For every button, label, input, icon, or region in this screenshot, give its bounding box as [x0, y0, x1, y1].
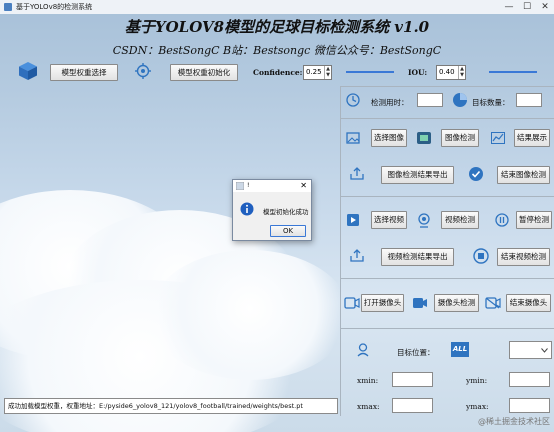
ymin-label: ymin: [466, 376, 488, 385]
ok-button[interactable]: OK [270, 225, 306, 237]
panel-divider [340, 328, 554, 329]
panel-divider [340, 86, 554, 87]
target-select-dropdown[interactable] [509, 341, 552, 359]
xmax-value [392, 398, 433, 413]
export-video-result-button[interactable]: 视频检测结果导出 [381, 248, 454, 266]
info-icon [240, 202, 254, 216]
detect-time-label: 检测用时： [371, 98, 409, 107]
app-subtitle: CSDN：BestSongC B站：Bestsongc 微信公众号：BestSo… [112, 44, 442, 57]
select-video-button[interactable]: 选择视频 [371, 211, 407, 229]
app-title: 基于YOLOV8模型的足球目标检测系统 v1.0 [124, 18, 430, 36]
xmin-value [392, 372, 433, 387]
clock-icon [346, 93, 360, 107]
show-result-button[interactable]: 结果展示 [514, 129, 550, 147]
image-detect-button[interactable]: 图像检测 [441, 129, 479, 147]
panel-divider [340, 118, 554, 119]
camera-detect-button[interactable]: 摄像头检测 [434, 294, 479, 312]
camera-off-icon [485, 297, 501, 309]
dialog-message: 模型初始化成功 [263, 208, 309, 216]
ymax-label: ymax: [466, 402, 489, 411]
confidence-spinbox[interactable]: 0.25 ▲ ▼ [303, 65, 332, 80]
main-window: 基于YOLOv8的检测系统 — ☐ ✕ 基于YOLOV8模型的足球目标检测系统 … [0, 0, 554, 432]
dialog-titlebar: ! [233, 180, 311, 192]
dialog-close-icon[interactable]: ✕ [300, 180, 307, 192]
init-model-button[interactable]: 模型权重初始化 [170, 64, 238, 81]
target-settings-icon [135, 63, 151, 79]
pie-chart-icon [453, 93, 467, 107]
cube-icon [19, 62, 37, 80]
confidence-label: Confidence: [253, 68, 303, 77]
maximize-button[interactable]: ☐ [520, 0, 534, 14]
dialog-title: ! [247, 182, 250, 189]
panel-divider [340, 86, 341, 416]
target-count-value [516, 93, 542, 107]
pause-icon [495, 213, 509, 227]
iou-label: IOU: [408, 68, 428, 77]
detect-time-value [417, 93, 443, 107]
iou-slider[interactable] [489, 71, 537, 73]
upload-icon [350, 249, 364, 262]
stop-camera-button[interactable]: 结束摄像头 [506, 294, 551, 312]
stop-circle-icon [473, 248, 489, 264]
app-icon [4, 3, 12, 11]
select-model-button[interactable]: 模型权重选择 [50, 64, 118, 81]
target-position-label: 目标位置： [397, 348, 435, 357]
select-image-button[interactable]: 选择图像 [371, 129, 407, 147]
xmax-label: xmax: [357, 402, 380, 411]
open-camera-button[interactable]: 打开摄像头 [361, 294, 404, 312]
location-pin-icon [357, 343, 369, 357]
dialog-app-icon [236, 182, 244, 190]
image-icon [346, 132, 360, 144]
iou-value: 0.40 [439, 68, 455, 76]
chart-line-icon [491, 132, 505, 144]
video-detect-button[interactable]: 视频检测 [441, 211, 479, 229]
spin-arrows-icon[interactable]: ▲ ▼ [458, 66, 465, 79]
window-title: 基于YOLOv8的检测系统 [16, 3, 93, 11]
export-image-result-button[interactable]: 图像检测结果导出 [381, 166, 454, 184]
camera-icon [344, 297, 360, 309]
pause-detect-button[interactable]: 暂停检测 [516, 211, 552, 229]
webcam-icon [418, 213, 430, 228]
all-badge-icon: ALL [451, 342, 469, 357]
ymax-value [509, 398, 550, 413]
stop-image-detect-button[interactable]: 结束图像检测 [497, 166, 550, 184]
upload-icon [350, 167, 364, 180]
minimize-button[interactable]: — [502, 0, 516, 14]
panel-divider [340, 196, 554, 197]
spin-arrows-icon[interactable]: ▲ ▼ [324, 66, 331, 79]
video-icon [347, 214, 359, 226]
image-detect-icon [417, 132, 431, 144]
ymin-value [509, 372, 550, 387]
confidence-slider[interactable] [346, 71, 394, 73]
iou-spinbox[interactable]: 0.40 ▲ ▼ [436, 65, 466, 80]
check-circle-icon [469, 167, 483, 181]
xmin-label: xmin: [357, 376, 379, 385]
watermark-text: @稀土掘金技术社区 [478, 417, 550, 426]
close-button[interactable]: ✕ [538, 0, 552, 14]
stop-video-detect-button[interactable]: 结束视频检测 [497, 248, 550, 266]
message-dialog: ! ✕ 模型初始化成功 OK [232, 179, 312, 241]
confidence-value: 0.25 [306, 68, 322, 76]
panel-divider [340, 278, 554, 279]
target-count-label: 目标数量： [472, 98, 510, 107]
status-bar: 成功加载模型权重，权重地址：E:/pyside6_yolov8_121/yolo… [4, 398, 338, 414]
camera-detect-icon [413, 298, 427, 308]
background-cloud [150, 250, 350, 380]
chevron-down-icon [541, 348, 548, 353]
window-titlebar: 基于YOLOv8的检测系统 [0, 0, 554, 14]
